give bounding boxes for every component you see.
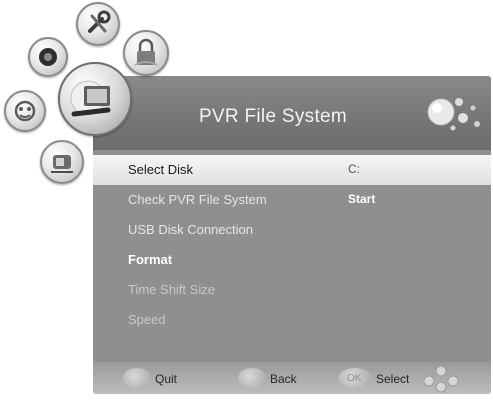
back-label: Back bbox=[270, 372, 297, 386]
select-button[interactable]: OK Select bbox=[338, 362, 488, 394]
menu-item-label: Format bbox=[128, 252, 173, 267]
settings-tools-menu-button[interactable] bbox=[76, 2, 120, 46]
settings-tools-icon bbox=[88, 10, 111, 33]
clock-icon bbox=[51, 155, 73, 173]
menu-item-usb-disk-connection[interactable]: USB Disk Connection bbox=[93, 215, 491, 245]
bubbles-decoration-icon bbox=[427, 98, 480, 131]
menu-item-label: Time Shift Size bbox=[128, 282, 215, 297]
check-start-value: Start bbox=[348, 192, 376, 206]
back-button[interactable]: Back bbox=[238, 362, 313, 394]
pvr-disk-icon bbox=[70, 80, 111, 117]
picture-icon bbox=[14, 100, 36, 122]
pvr-menu-panel: PVR File System Select Disk C: Check PVR… bbox=[93, 76, 491, 394]
navigation-arrows-icon bbox=[423, 365, 459, 393]
select-label: Select bbox=[376, 372, 410, 386]
menu-item-label: USB Disk Connection bbox=[128, 222, 253, 237]
pvr-file-system-menu-button[interactable] bbox=[58, 62, 132, 136]
menu-item-label: Speed bbox=[128, 312, 166, 327]
menu-item-check-pvr-file-system[interactable]: Check PVR File System Start bbox=[93, 185, 491, 215]
picture-menu-button[interactable] bbox=[4, 90, 46, 132]
ok-key-label: OK bbox=[347, 373, 362, 384]
clock-menu-button[interactable] bbox=[40, 140, 84, 184]
menu-item-speed[interactable]: Speed bbox=[93, 305, 491, 335]
quit-button[interactable]: Quit bbox=[123, 362, 193, 394]
footer-hint-bar: Quit Back OK Select bbox=[93, 362, 491, 394]
menu-item-format[interactable]: Format bbox=[93, 245, 491, 275]
menu-item-time-shift-size[interactable]: Time Shift Size bbox=[93, 275, 491, 305]
menu-key-icon bbox=[238, 368, 266, 388]
menu-list: Select Disk C: Check PVR File System Sta… bbox=[93, 155, 491, 335]
menu-item-select-disk[interactable]: Select Disk C: bbox=[93, 155, 491, 185]
tv-osd-screen: PVR File System Select Disk C: Check PVR… bbox=[0, 0, 493, 401]
lock-icon bbox=[134, 38, 158, 66]
exit-key-icon bbox=[123, 368, 151, 388]
title-bar: PVR File System bbox=[93, 76, 491, 150]
menu-item-label: Check PVR File System bbox=[128, 192, 267, 207]
page-title: PVR File System bbox=[198, 106, 348, 127]
selected-disk-value: C: bbox=[348, 162, 360, 176]
menu-item-label: Select Disk bbox=[128, 162, 194, 177]
quit-label: Quit bbox=[155, 372, 178, 386]
